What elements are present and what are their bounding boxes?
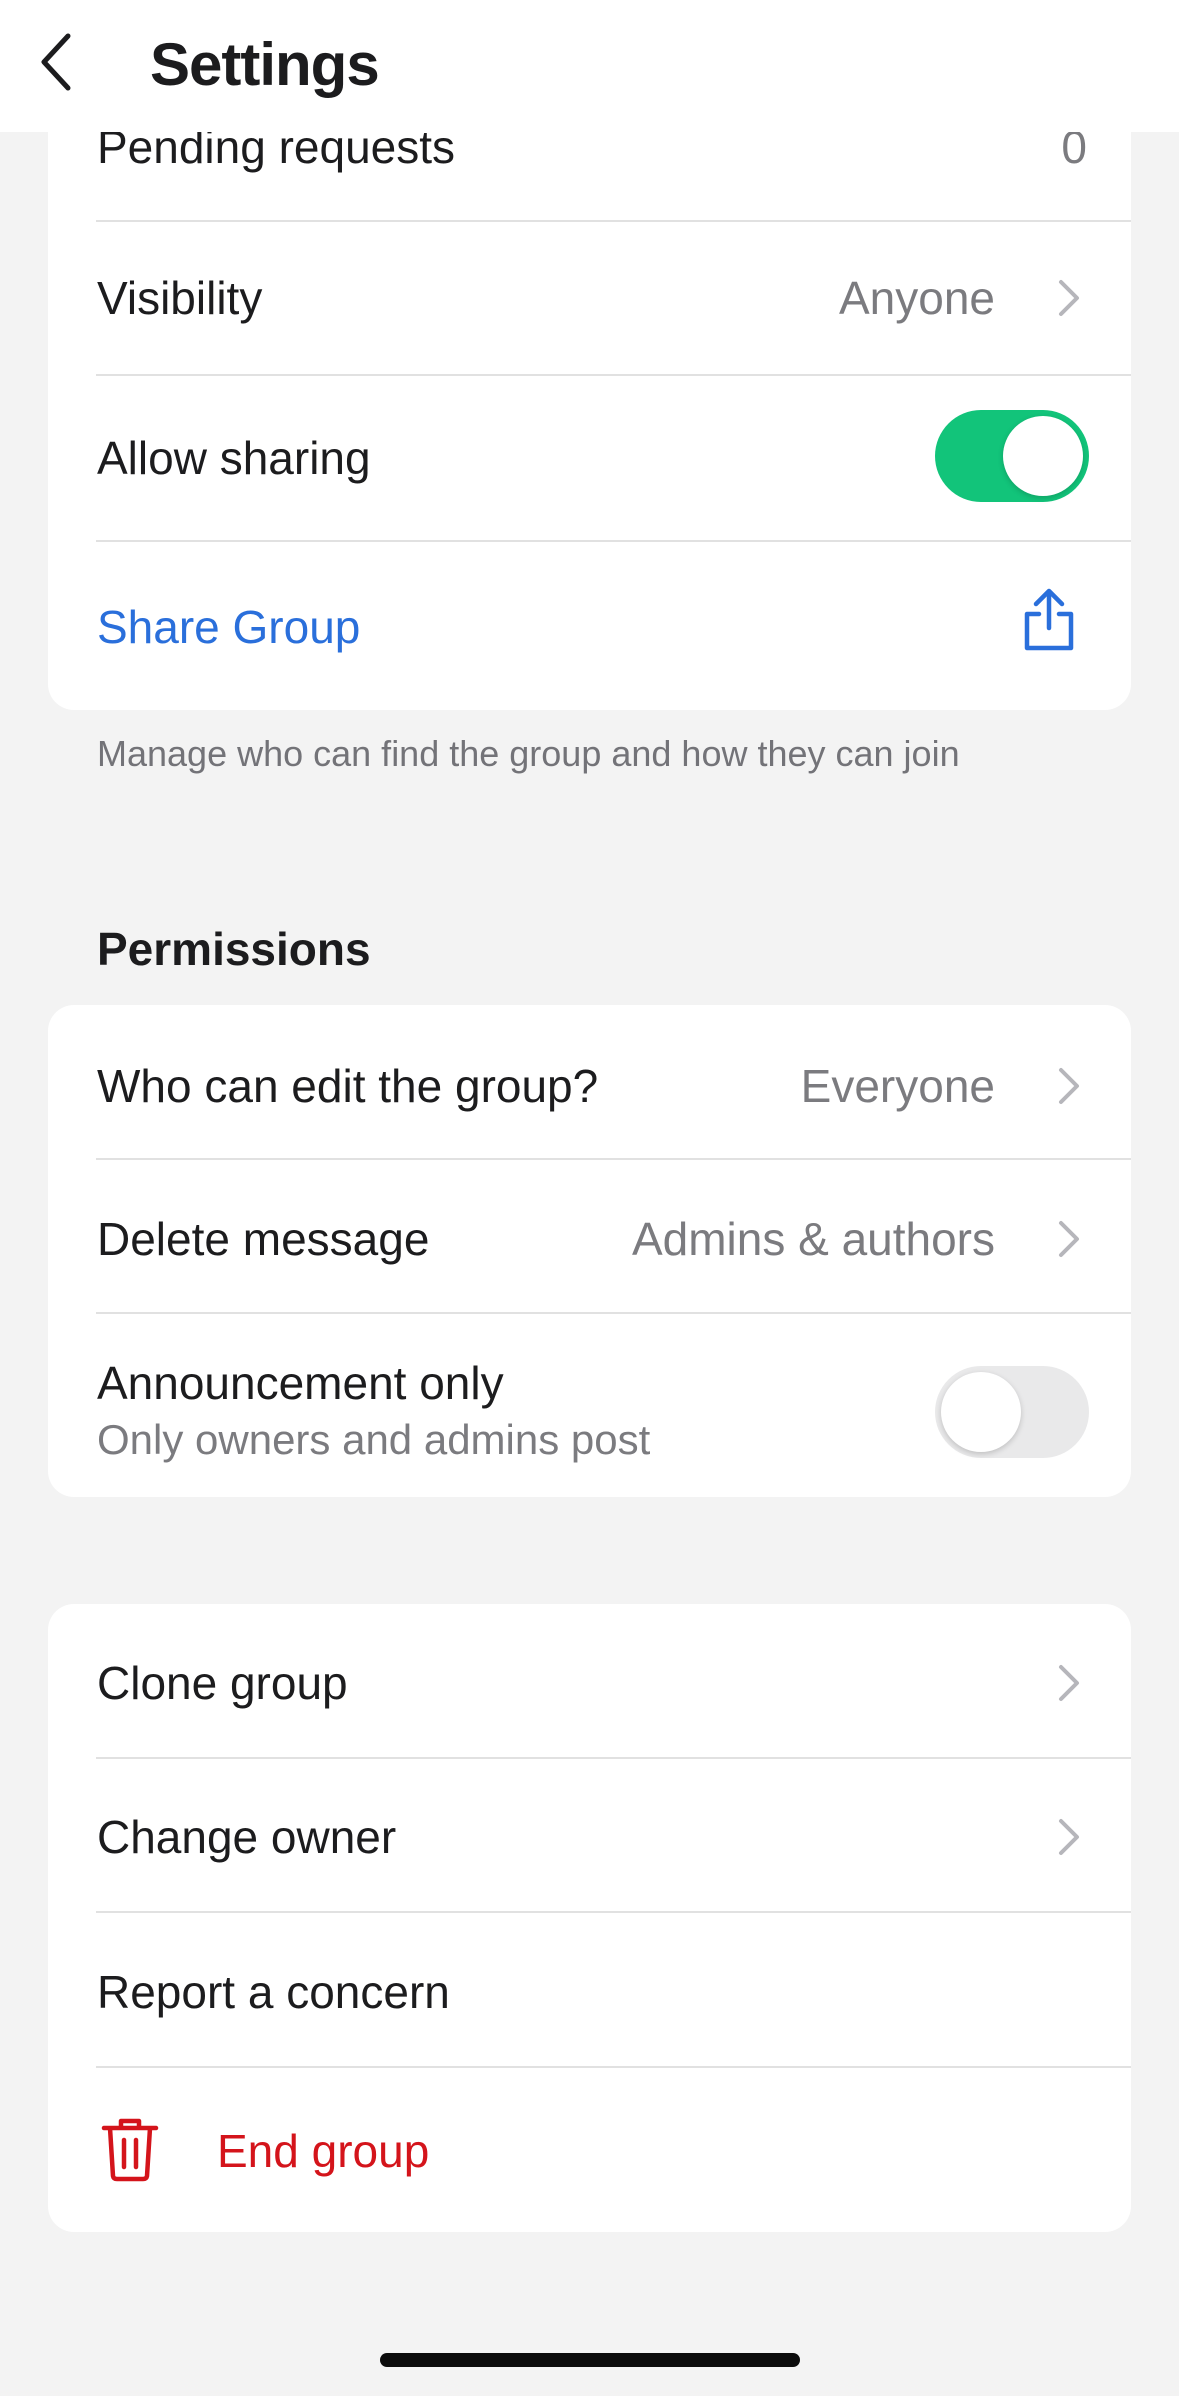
chevron-right-icon: [1059, 1665, 1079, 1701]
permissions-card: Who can edit the group? Everyone Delete …: [48, 1005, 1131, 1497]
announcement-only-toggle[interactable]: [935, 1366, 1089, 1458]
delete-message-label: Delete message: [97, 1213, 430, 1265]
share-group-row[interactable]: Share Group: [48, 542, 1131, 710]
group-access-card: Pending requests 0 Visibility Anyone All…: [48, 60, 1131, 710]
allow-sharing-row: Allow sharing: [48, 376, 1131, 540]
visibility-label: Visibility: [97, 272, 263, 324]
visibility-value: Anyone: [838, 272, 995, 324]
report-concern-label: Report a concern: [97, 1966, 450, 2018]
group-actions-card: Clone group Change owner Report a concer…: [48, 1604, 1131, 2232]
who-can-edit-label: Who can edit the group?: [97, 1060, 599, 1112]
allow-sharing-label: Allow sharing: [97, 432, 371, 484]
permissions-section-title: Permissions: [97, 923, 371, 975]
chevron-right-icon: [1059, 1068, 1079, 1104]
clone-group-row[interactable]: Clone group: [48, 1604, 1131, 1757]
chevron-left-icon[interactable]: [28, 26, 92, 102]
who-can-edit-value: Everyone: [800, 1060, 995, 1112]
share-icon: [1024, 588, 1074, 651]
toggle-knob: [941, 1372, 1021, 1452]
delete-message-value: Admins & authors: [631, 1213, 995, 1265]
home-indicator[interactable]: [380, 2353, 800, 2367]
allow-sharing-toggle[interactable]: [935, 410, 1089, 502]
chevron-right-icon: [1059, 280, 1079, 316]
report-concern-row[interactable]: Report a concern: [48, 1913, 1131, 2066]
toggle-knob: [1003, 416, 1083, 496]
delete-message-row[interactable]: Delete message Admins & authors: [48, 1160, 1131, 1312]
announcement-only-row: Announcement only Only owners and admins…: [48, 1314, 1131, 1497]
share-group-label: Share Group: [97, 601, 361, 653]
announcement-only-description: Only owners and admins post: [97, 1416, 651, 1463]
trash-icon: [101, 2118, 159, 2182]
end-group-row[interactable]: End group: [48, 2068, 1131, 2232]
announcement-only-label: Announcement only: [97, 1357, 504, 1409]
chevron-right-icon: [1059, 1221, 1079, 1257]
change-owner-label: Change owner: [97, 1811, 397, 1863]
who-can-edit-row[interactable]: Who can edit the group? Everyone: [48, 1005, 1131, 1158]
chevron-right-icon: [1059, 1819, 1079, 1855]
page-title: Settings: [150, 31, 380, 98]
visibility-row[interactable]: Visibility Anyone: [48, 222, 1131, 374]
access-footnote: Manage who can find the group and how th…: [97, 733, 960, 774]
end-group-label: End group: [217, 2125, 430, 2177]
clone-group-label: Clone group: [97, 1657, 348, 1709]
navigation-bar: Settings: [0, 0, 1179, 132]
change-owner-row[interactable]: Change owner: [48, 1759, 1131, 1911]
settings-screen: Pending requests 0 Visibility Anyone All…: [0, 0, 1179, 2396]
